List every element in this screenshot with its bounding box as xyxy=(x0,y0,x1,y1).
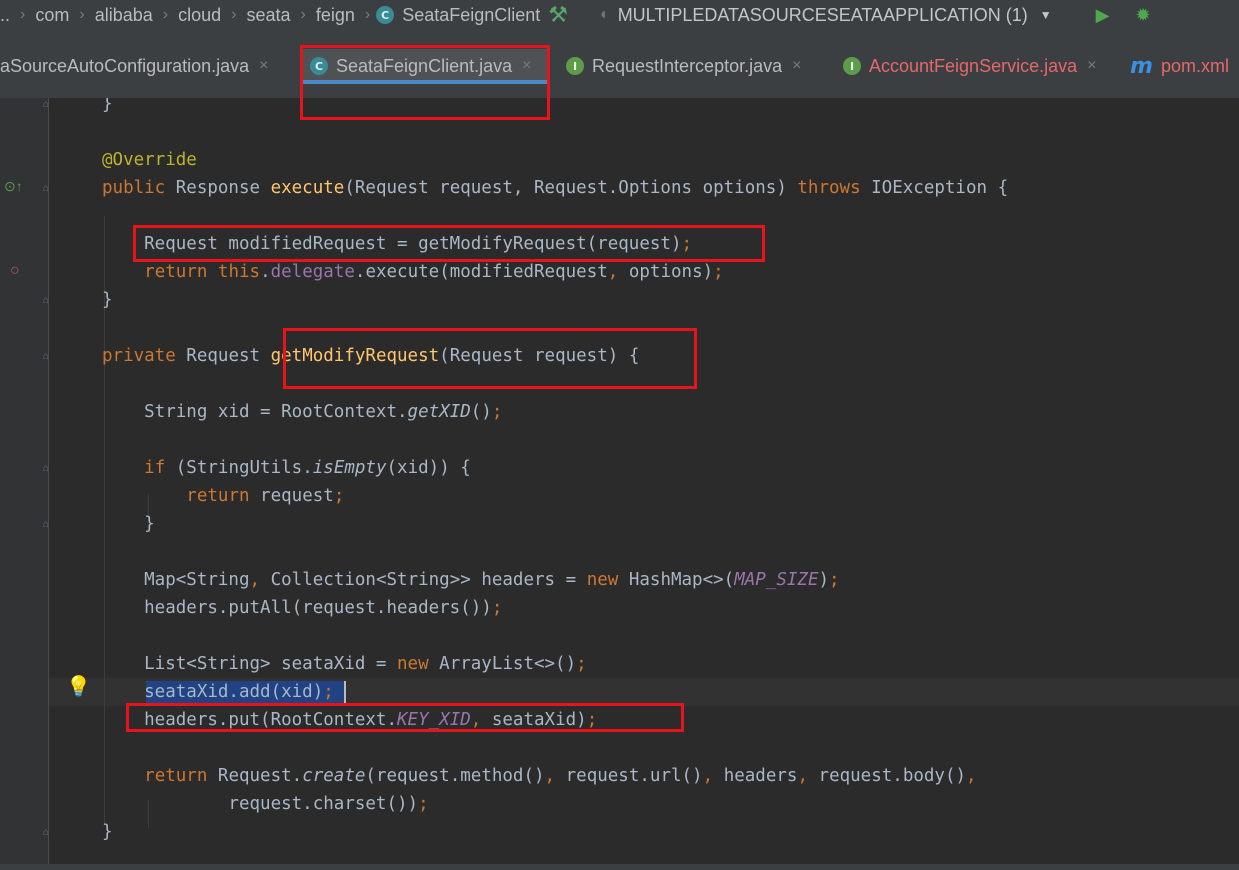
breadcrumb-item[interactable]: cloud xyxy=(174,5,225,26)
breadcrumb: .. › com › alibaba › cloud › seata › fei… xyxy=(0,5,540,26)
close-icon[interactable]: × xyxy=(259,57,268,75)
tab-label: aSourceAutoConfiguration.java xyxy=(0,55,250,76)
breadcrumb-separator-icon: › xyxy=(300,6,306,23)
code-line: } xyxy=(102,514,155,534)
code-line: return request; xyxy=(186,486,345,506)
code-line: Map<String, Collection<String>> headers … xyxy=(102,570,840,590)
code-line: request.charset()); xyxy=(102,794,429,814)
tab-account-feign-service[interactable]: I AccountFeignService.java × xyxy=(843,49,1096,83)
run-icon[interactable]: ▶ xyxy=(1096,5,1110,26)
run-configuration-icon: ◐ xyxy=(600,6,610,23)
class-icon: C xyxy=(376,6,395,24)
annotation-box-headers-put-line xyxy=(126,703,684,732)
breakpoint-icon[interactable]: ○ xyxy=(10,262,20,280)
breadcrumb-separator-icon: › xyxy=(162,6,169,23)
horizontal-scrollbar[interactable] xyxy=(0,864,1239,870)
breadcrumb-separator-icon: › xyxy=(79,6,85,23)
code-line: String xid = RootContext.getXID(); xyxy=(102,402,503,422)
fold-marker-icon[interactable]: ⌂ xyxy=(43,464,53,474)
code-editor[interactable]: ⊙↑ ○ 💡 ⌂ ⌂ ⌂ ⌂ ⌂ ⌂ ⌂ } @Override public … xyxy=(0,98,1239,864)
tab-label: RequestInterceptor.java xyxy=(592,55,783,76)
breadcrumb-item[interactable]: alibaba xyxy=(91,5,157,26)
breadcrumb-current-class[interactable]: C SeataFeignClient xyxy=(376,5,540,26)
text-caret xyxy=(344,681,346,703)
tab-datasource-autoconfiguration[interactable]: aSourceAutoConfiguration.java × xyxy=(0,49,269,83)
breadcrumb-item[interactable]: seata xyxy=(242,5,294,26)
navigation-bar: .. › com › alibaba › cloud › seata › fei… xyxy=(0,0,1239,30)
close-icon[interactable]: × xyxy=(792,57,801,75)
code-line: if (StringUtils.isEmpty(xid)) { xyxy=(144,458,471,478)
interface-icon: I xyxy=(566,57,584,75)
fold-marker-icon[interactable]: ⌂ xyxy=(43,828,53,838)
code-line: public Response execute(Request request,… xyxy=(102,178,1009,198)
gutter-divider xyxy=(48,98,49,864)
fold-marker-icon[interactable]: ⌂ xyxy=(43,296,53,306)
annotation-box-modified-request-line xyxy=(133,225,765,262)
maven-icon: m xyxy=(1130,53,1153,79)
tab-pom-xml[interactable]: m pom.xml xyxy=(1130,49,1229,83)
intention-bulb-icon[interactable]: 💡 xyxy=(66,677,91,697)
interface-icon: I xyxy=(843,57,861,75)
chevron-down-icon[interactable]: ▼ xyxy=(1040,8,1052,22)
code-line: List<String> seataXid = new ArrayList<>(… xyxy=(102,654,587,674)
tab-request-interceptor[interactable]: I RequestInterceptor.java × xyxy=(566,49,801,83)
annotation-box-get-modify-request xyxy=(283,328,697,389)
breadcrumb-class-label: SeataFeignClient xyxy=(402,4,541,25)
breadcrumb-item[interactable]: com xyxy=(31,5,73,26)
close-icon[interactable]: × xyxy=(1087,57,1096,75)
fold-marker-icon[interactable]: ⌂ xyxy=(43,520,53,530)
implements-method-icon[interactable]: ⊙↑ xyxy=(4,178,23,195)
tab-label: AccountFeignService.java xyxy=(869,55,1078,76)
code-line: headers.putAll(request.headers()); xyxy=(102,598,503,618)
breadcrumb-separator-icon: › xyxy=(364,6,371,23)
fold-marker-icon[interactable]: ⌂ xyxy=(43,100,53,110)
fold-marker-icon[interactable]: ⌂ xyxy=(43,184,53,194)
code-line: } xyxy=(102,290,113,310)
breadcrumb-item[interactable]: .. xyxy=(0,5,14,26)
editor-tab-bar: aSourceAutoConfiguration.java × C SeataF… xyxy=(0,30,1239,98)
build-hammer-icon[interactable]: ⚒ xyxy=(548,2,568,28)
code-line: return this.delegate.execute(modifiedReq… xyxy=(144,262,724,282)
breadcrumb-separator-icon: › xyxy=(20,6,26,23)
editor-gutter[interactable] xyxy=(0,98,48,864)
code-line: @Override xyxy=(102,150,197,170)
code-line: } xyxy=(102,98,113,114)
breadcrumb-item[interactable]: feign xyxy=(312,5,359,26)
tab-label: pom.xml xyxy=(1160,55,1229,76)
code-line: seataXid.add(xid); xyxy=(102,682,334,702)
breadcrumb-separator-icon: › xyxy=(231,6,237,23)
run-configuration-selector[interactable]: MULTIPLEDATASOURCESEATAAPPLICATION (1) xyxy=(618,5,1028,26)
debug-bug-icon[interactable]: ✹ xyxy=(1136,5,1151,26)
code-line: return Request.create(request.method(), … xyxy=(144,766,977,786)
annotation-box-active-tab xyxy=(300,45,550,120)
code-line: } xyxy=(102,822,113,842)
fold-marker-icon[interactable]: ⌂ xyxy=(43,352,53,362)
